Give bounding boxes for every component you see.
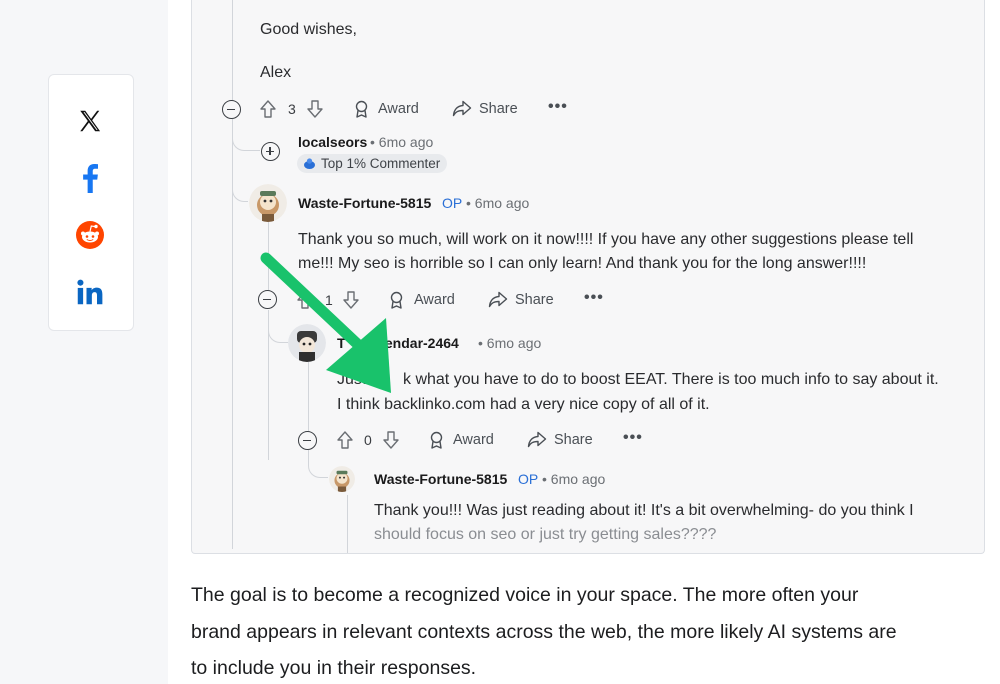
facebook-icon[interactable] bbox=[72, 160, 108, 196]
award-button[interactable]: Award bbox=[453, 432, 494, 448]
x-logo-icon[interactable] bbox=[72, 103, 108, 139]
op-badge: OP bbox=[442, 195, 463, 211]
more-options-button[interactable]: ••• bbox=[623, 429, 643, 447]
comment-timestamp: • 6mo ago bbox=[542, 471, 606, 487]
reddit-icon[interactable] bbox=[72, 217, 108, 253]
commenter-badge: Top 1% Commenter bbox=[297, 154, 448, 173]
comment-username[interactable]: localseors bbox=[298, 134, 367, 150]
op-badge: OP bbox=[518, 471, 539, 487]
collapse-button[interactable] bbox=[298, 431, 317, 450]
comment-text: Thank you so much, will work on it now!!… bbox=[298, 231, 914, 248]
comment-timestamp: • 6mo ago bbox=[478, 335, 542, 351]
comment-text: should focus on seo or just try getting … bbox=[374, 526, 717, 543]
avatar[interactable] bbox=[249, 184, 287, 222]
share-icon[interactable] bbox=[452, 100, 472, 117]
collapse-button[interactable] bbox=[222, 100, 241, 119]
thread-branch bbox=[308, 450, 328, 478]
share-button[interactable]: Share bbox=[515, 292, 554, 308]
upvote-icon[interactable] bbox=[336, 430, 354, 450]
upvote-icon[interactable] bbox=[259, 99, 277, 119]
badge-label: Top 1% Commenter bbox=[321, 156, 441, 171]
award-button[interactable]: Award bbox=[378, 101, 419, 117]
comment-timestamp: • 6mo ago bbox=[370, 134, 434, 150]
comment-text: Good wishes, bbox=[260, 21, 357, 38]
downvote-icon[interactable] bbox=[382, 430, 400, 450]
article-line: The goal is to become a recognized voice… bbox=[191, 584, 859, 606]
vote-count: 0 bbox=[364, 432, 372, 448]
more-options-button[interactable]: ••• bbox=[584, 289, 604, 307]
linkedin-icon[interactable] bbox=[72, 274, 108, 310]
comment-username[interactable]: Waste-Fortune-5815 bbox=[374, 471, 507, 487]
article-paragraph: The goal is to become a recognized voice… bbox=[191, 577, 991, 684]
award-icon[interactable] bbox=[428, 431, 445, 449]
comment-text: k what you have to do to boost EEAT. The… bbox=[403, 371, 939, 388]
comment-timestamp: • 6mo ago bbox=[466, 195, 530, 211]
vote-count: 3 bbox=[288, 101, 296, 117]
expand-button[interactable] bbox=[261, 142, 280, 161]
article-line: brand appears in relevant contexts acros… bbox=[191, 620, 897, 643]
article-line: to include you in their responses. bbox=[191, 657, 477, 679]
thread-line bbox=[232, 0, 233, 108]
comment-text: Thank you!!! Was just reading about it! … bbox=[374, 502, 914, 519]
share-button[interactable]: Share bbox=[554, 432, 593, 448]
share-button[interactable]: Share bbox=[479, 101, 518, 117]
thread-line bbox=[347, 495, 348, 553]
avatar[interactable] bbox=[329, 466, 355, 492]
downvote-icon[interactable] bbox=[306, 99, 324, 119]
badge-icon bbox=[304, 158, 315, 169]
share-sidebar bbox=[48, 74, 134, 331]
comment-username[interactable]: Waste-Fortune-5815 bbox=[298, 195, 431, 211]
more-options-button[interactable]: ••• bbox=[548, 98, 568, 116]
thread-branch bbox=[232, 121, 248, 202]
reddit-thread-screenshot: Good wishes, Alex 3 Award Share ••• loca… bbox=[191, 0, 985, 554]
share-icon[interactable] bbox=[527, 431, 547, 448]
annotation-arrow bbox=[260, 252, 391, 393]
award-icon[interactable] bbox=[353, 100, 370, 118]
share-icon[interactable] bbox=[488, 291, 508, 308]
comment-text: Alex bbox=[260, 64, 292, 81]
